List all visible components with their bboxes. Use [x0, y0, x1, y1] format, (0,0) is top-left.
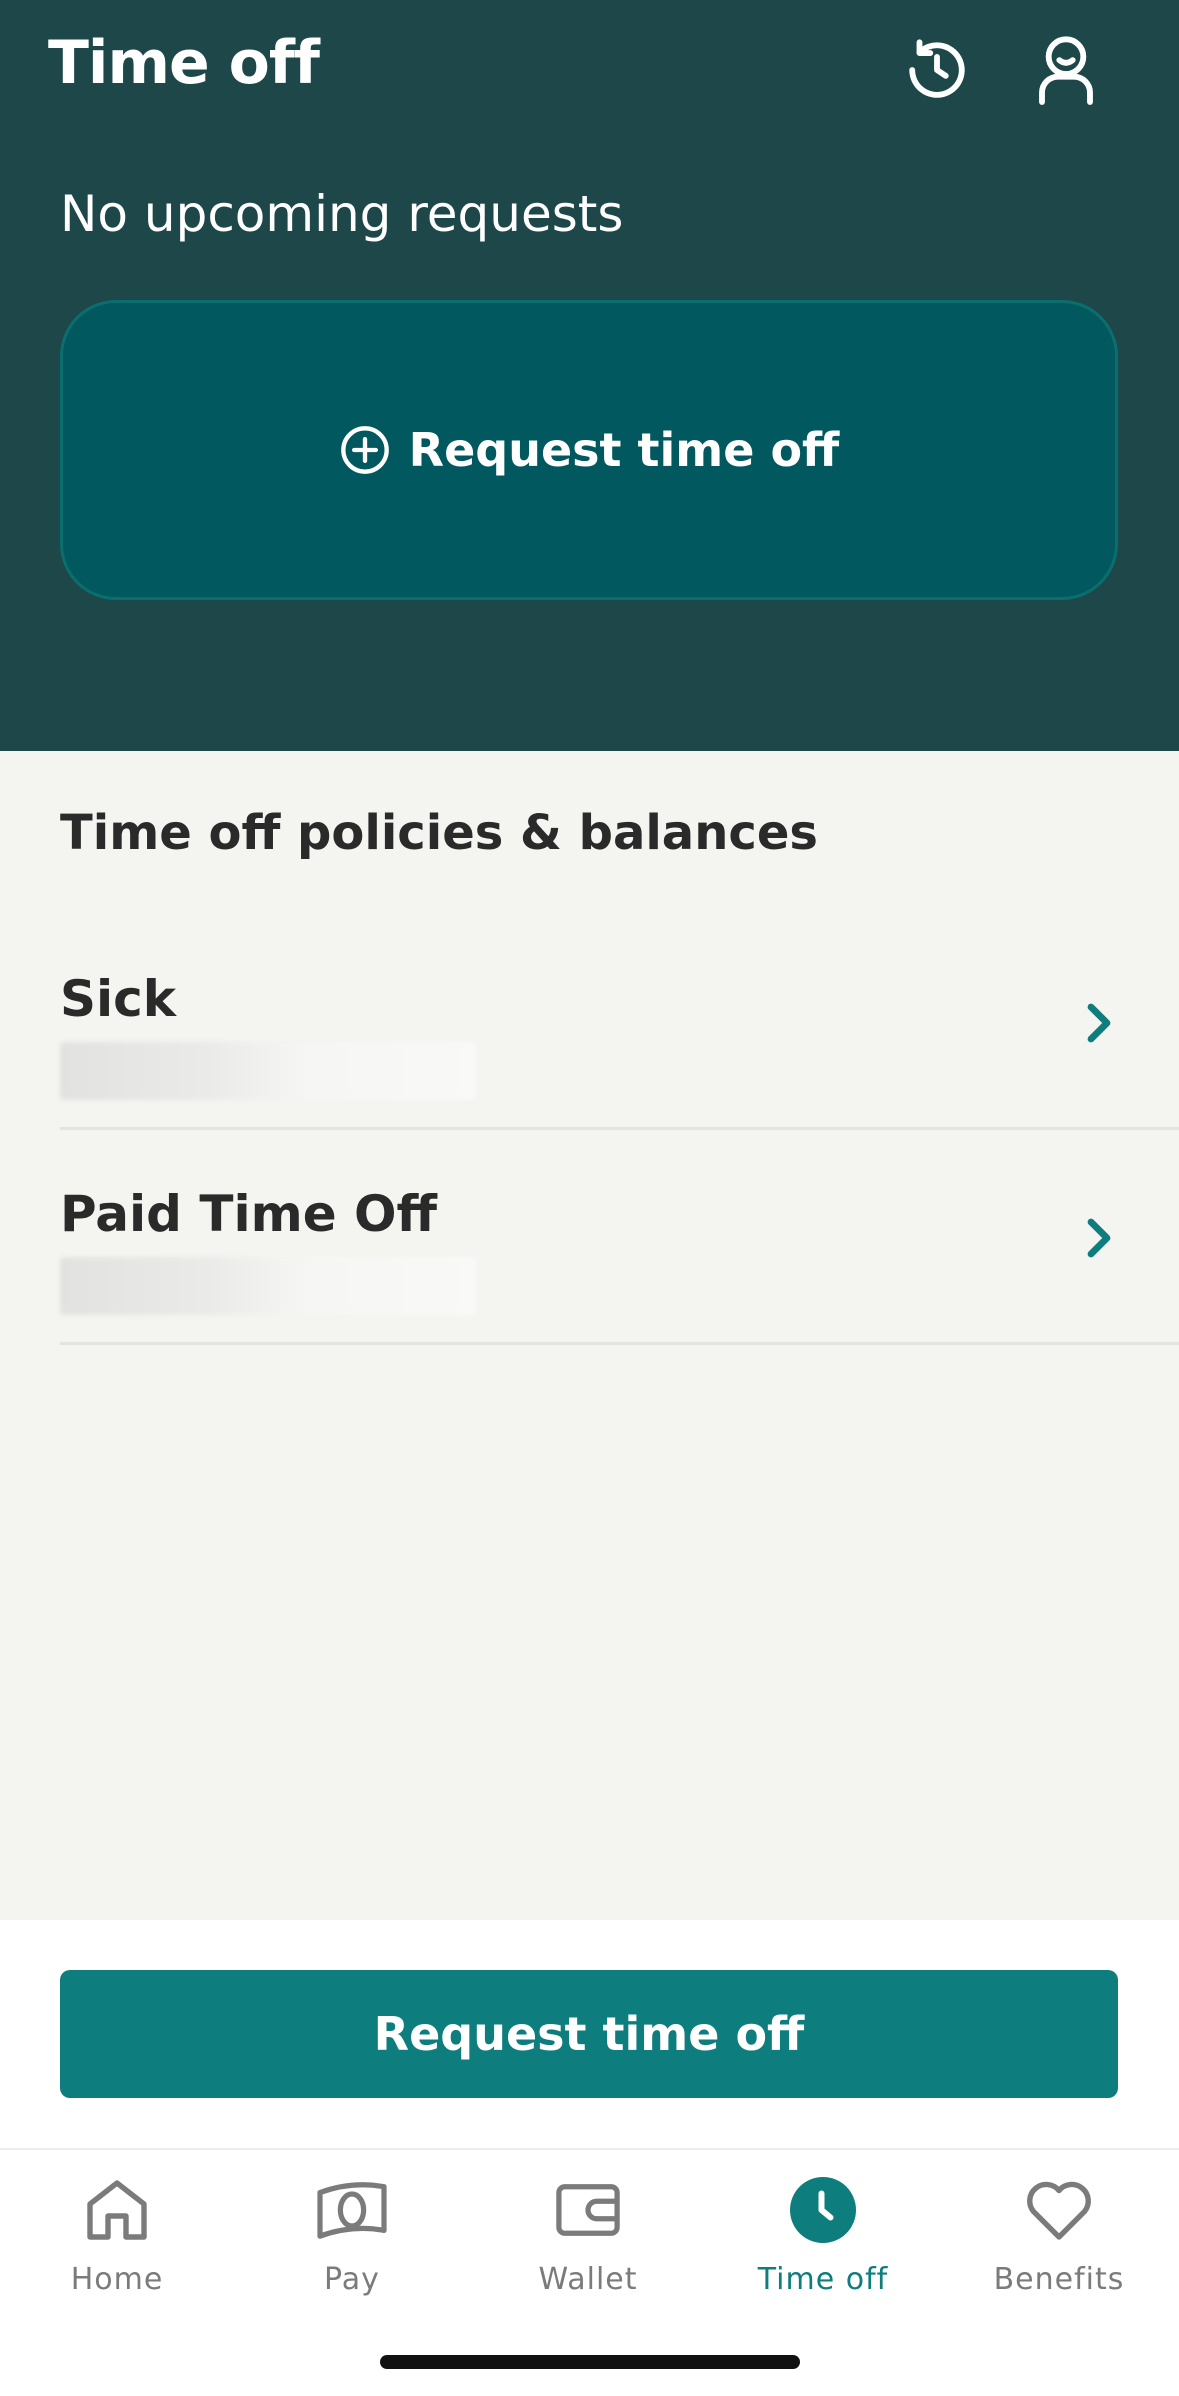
money-icon	[312, 2170, 392, 2250]
policy-row-sick[interactable]: Sick	[60, 915, 1179, 1130]
chevron-right-icon	[1079, 1208, 1119, 1268]
page-title: Time off	[48, 28, 320, 98]
tab-benefits[interactable]: Benefits	[959, 2170, 1159, 2320]
home-icon	[77, 2170, 157, 2250]
request-time-off-card[interactable]: Request time off	[60, 300, 1118, 600]
tab-pay[interactable]: Pay	[252, 2170, 452, 2320]
profile-icon	[1039, 36, 1093, 105]
tab-label: Benefits	[993, 2262, 1125, 2297]
plus-circle-icon	[340, 426, 389, 474]
history-button[interactable]	[895, 28, 979, 112]
tab-label: Pay	[324, 2262, 380, 2297]
policies-section-title: Time off policies & balances	[60, 805, 818, 861]
policy-balance-redacted	[60, 1257, 476, 1315]
clock-icon	[783, 2170, 863, 2250]
chevron-right-icon	[1079, 993, 1119, 1053]
wallet-icon	[548, 2170, 628, 2250]
history-icon	[909, 39, 965, 98]
policy-balance-redacted	[60, 1042, 476, 1100]
upcoming-status-text: No upcoming requests	[60, 185, 624, 243]
tab-wallet[interactable]: Wallet	[488, 2170, 688, 2320]
policy-name: Sick	[60, 970, 177, 1028]
header: Time off No upcoming requests Request ti…	[0, 0, 1179, 751]
heart-icon	[1019, 2170, 1099, 2250]
request-card-label: Request time off	[408, 423, 840, 477]
policy-name: Paid Time Off	[60, 1185, 438, 1243]
tab-home[interactable]: Home	[17, 2170, 217, 2320]
tab-time-off[interactable]: Time off	[723, 2170, 923, 2320]
tab-label: Wallet	[538, 2262, 638, 2297]
request-time-off-button[interactable]: Request time off	[60, 1970, 1118, 2098]
profile-button[interactable]	[1024, 28, 1108, 112]
policy-row-paid-time-off[interactable]: Paid Time Off	[60, 1130, 1179, 1345]
tab-label: Home	[70, 2262, 164, 2297]
time-off-screen: Time off No upcoming requests Request ti…	[0, 0, 1179, 2396]
tab-label: Time off	[757, 2262, 889, 2297]
home-indicator[interactable]	[380, 2355, 800, 2369]
